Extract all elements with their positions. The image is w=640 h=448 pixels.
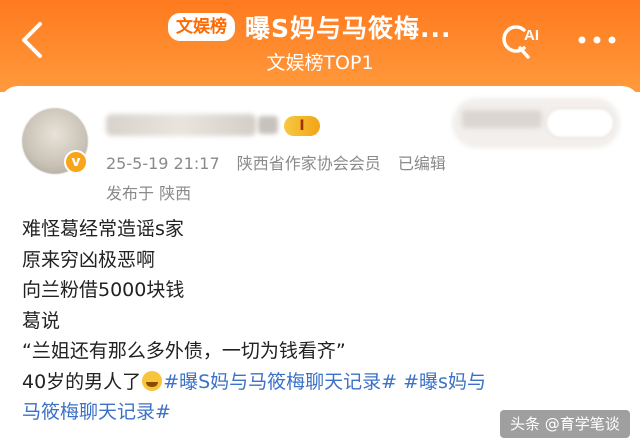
author-org: 陕西省作家协会会员 (236, 154, 381, 173)
more-button[interactable] (572, 28, 622, 52)
edited-flag: 已编辑 (397, 154, 446, 173)
ranking-badge: 文娱榜 (168, 13, 235, 41)
post-line-prefix: 40岁的男人了 (22, 370, 142, 393)
search-ai-button[interactable]: AI (498, 18, 550, 62)
post-time: 25-5-19 21:17 (106, 154, 220, 173)
vip-icon (258, 116, 278, 134)
post-line: “兰姐还有那么多外债，一切为钱看齐” (22, 340, 346, 362)
posted-location: 发布于 陕西 (106, 184, 192, 203)
follow-stats-blurred (462, 110, 542, 128)
topic-title[interactable]: 曝S妈与马筱梅... (245, 9, 452, 45)
laughing-emoji-icon (142, 370, 163, 391)
hashtag-link[interactable]: #曝S妈与马筱梅聊天记录# (163, 371, 397, 393)
post-line: 葛说 (22, 309, 61, 332)
title-row: 文娱榜 曝S妈与马筱梅... (168, 10, 452, 44)
top-banner: 文娱榜 曝S妈与马筱梅... 文娱榜TOP1 AI (0, 0, 640, 92)
hashtag-link-2[interactable]: #曝s妈与 (403, 371, 486, 393)
username-blurred[interactable] (106, 114, 256, 136)
search-ai-icon: AI (502, 25, 539, 59)
post-meta: 25-5-19 21:17 陕西省作家协会会员 已编辑 (106, 150, 458, 174)
more-dots-icon (578, 36, 616, 44)
source-watermark: 头条 @育学笔谈 (500, 410, 630, 438)
post-line: 向兰粉借5000块钱 (22, 279, 185, 301)
post-body: 难怪葛经常造谣s家 原来穷凶极恶啊 向兰粉借5000块钱 葛说 “兰姐还有那么多… (22, 214, 622, 428)
post-line: 难怪葛经常造谣s家 (22, 218, 184, 240)
post-line-last: 40岁的男人了 #曝S妈与马筱梅聊天记录# #曝s妈与 (22, 367, 622, 398)
ai-label: AI (524, 27, 539, 44)
verified-badge-icon: v (64, 150, 88, 174)
level-badge: I (284, 116, 320, 136)
follow-button[interactable] (546, 108, 614, 138)
post-line: 原来穷凶极恶啊 (22, 248, 156, 271)
hashtag-link-2-cont[interactable]: 马筱梅聊天记录# (22, 401, 171, 423)
post-card: v I 25-5-19 21:17 陕西省作家协会会员 已编辑 发布于 陕西 难… (0, 86, 640, 448)
